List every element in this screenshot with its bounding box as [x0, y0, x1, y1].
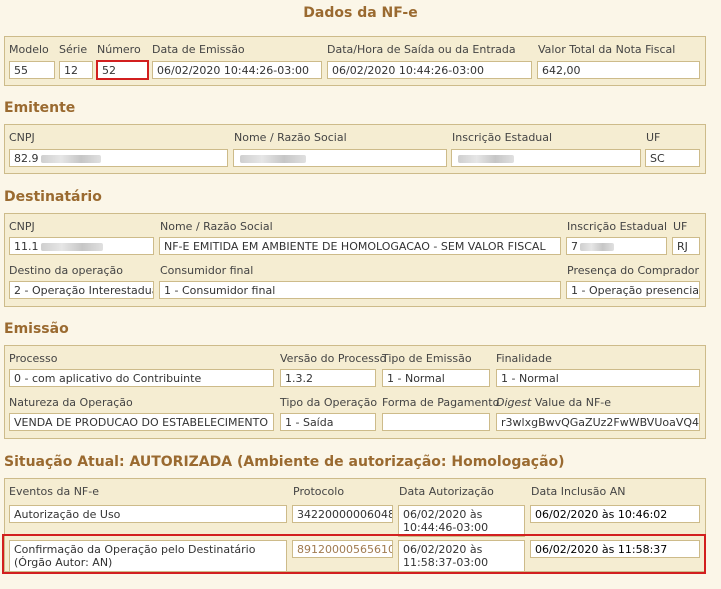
- redacted-mask: [580, 243, 614, 251]
- presenca-field: 1 - Operação presencial: [566, 281, 700, 299]
- destino-label: Destino da operação: [9, 264, 124, 277]
- emitente-title: Emitente: [4, 100, 76, 116]
- data-aut-header: Data Autorização: [399, 485, 494, 498]
- emitente-uf-label: UF: [646, 131, 661, 144]
- emitente-ie-field: [451, 149, 641, 167]
- digest-label-rest: Value da NF-e: [531, 396, 612, 409]
- numero-label: Número: [97, 43, 141, 56]
- event-name: Autorização de Uso: [9, 505, 287, 523]
- natureza-field: VENDA DE PRODUCAO DO ESTABELECIMENTO: [9, 413, 274, 431]
- dest-uf-field: RJ: [672, 237, 700, 255]
- emitente-ie-label: Inscrição Estadual: [452, 131, 553, 144]
- emissao-label: Data de Emissão: [152, 43, 245, 56]
- emissao-panel: Processo Versão do Processo Tipo de Emis…: [4, 345, 706, 439]
- forma-pagamento-label: Forma de Pagamento: [382, 396, 500, 409]
- dest-cnpj-value: 11.1: [14, 240, 39, 253]
- emitente-cnpj-label: CNPJ: [9, 131, 35, 144]
- modelo-field: 55: [9, 61, 55, 79]
- situacao-title: Situação Atual: AUTORIZADA (Ambiente de …: [4, 454, 565, 470]
- modelo-label: Modelo: [9, 43, 49, 56]
- event-data-inclusao: 06/02/2020 às 10:46:02: [530, 505, 700, 523]
- emitente-nome-label: Nome / Razão Social: [234, 131, 347, 144]
- nfe-summary-panel: Modelo Série Número Data de Emissão Data…: [4, 36, 706, 86]
- presenca-label: Presença do Comprador: [567, 264, 700, 277]
- saida-label: Data/Hora de Saída ou da Entrada: [327, 43, 516, 56]
- eventos-header: Eventos da NF-e: [9, 485, 99, 498]
- digest-label-em: Digest: [496, 396, 532, 409]
- consumidor-label: Consumidor final: [160, 264, 254, 277]
- dest-ie-field: 7: [566, 237, 667, 255]
- emitente-cnpj-field: 82.9: [9, 149, 228, 167]
- redacted-mask: [40, 243, 103, 251]
- numero-field: 52: [96, 60, 149, 80]
- valor-label: Valor Total da Nota Fiscal: [538, 43, 676, 56]
- event-data-autorizacao: 06/02/2020 às 10:44:46-03:00: [398, 505, 525, 537]
- dest-nome-label: Nome / Razão Social: [160, 220, 273, 233]
- saida-field: 06/02/2020 10:44:26-03:00: [327, 61, 532, 79]
- serie-field: 12: [59, 61, 93, 79]
- natureza-label: Natureza da Operação: [9, 396, 133, 409]
- redacted-mask: [40, 155, 101, 163]
- digest-field: r3wlxgBwvQGaZUz2FwWBVUoaVQ4=: [496, 413, 700, 431]
- redacted-mask: [458, 155, 514, 163]
- redacted-mask: [240, 155, 306, 163]
- emissao-field: 06/02/2020 10:44:26-03:00: [152, 61, 322, 79]
- tipo-operacao-field: 1 - Saída: [280, 413, 376, 431]
- dest-ie-value: 7: [571, 240, 578, 253]
- processo-label: Processo: [9, 352, 58, 365]
- event-protocol: 342200000060482: [292, 505, 393, 523]
- emitente-nome-field: [233, 149, 447, 167]
- page-title: Dados da NF-e: [303, 5, 418, 21]
- protocolo-header: Protocolo: [293, 485, 345, 498]
- tipo-operacao-label: Tipo da Operação: [280, 396, 378, 409]
- processo-field: 0 - com aplicativo do Contribuinte: [9, 369, 274, 387]
- forma-pagamento-field: [382, 413, 490, 431]
- dest-uf-label: UF: [673, 220, 688, 233]
- destinatario-title: Destinatário: [4, 189, 102, 205]
- consumidor-field: 1 - Consumidor final: [159, 281, 561, 299]
- valor-field: 642,00: [537, 61, 700, 79]
- data-incl-header: Data Inclusão AN: [531, 485, 626, 498]
- versao-field: 1.3.2: [280, 369, 376, 387]
- versao-label: Versão do Processo: [280, 352, 387, 365]
- digest-label: Digest Value da NF-e: [496, 396, 611, 409]
- tipo-emissao-label: Tipo de Emissão: [382, 352, 472, 365]
- dest-nome-field: NF-E EMITIDA EM AMBIENTE DE HOMOLOGACAO …: [159, 237, 561, 255]
- dest-cnpj-field: 11.1: [9, 237, 154, 255]
- emissao-title: Emissão: [4, 321, 69, 337]
- finalidade-label: Finalidade: [496, 352, 552, 365]
- emitente-uf-field: SC: [645, 149, 700, 167]
- destinatario-panel: CNPJ Nome / Razão Social Inscrição Estad…: [4, 213, 706, 307]
- emitente-panel: CNPJ Nome / Razão Social Inscrição Estad…: [4, 124, 706, 174]
- destino-field: 2 - Operação Interestadual: [9, 281, 154, 299]
- tipo-emissao-field: 1 - Normal: [382, 369, 490, 387]
- emitente-cnpj-value: 82.9: [14, 152, 39, 165]
- highlight-box: [2, 534, 706, 574]
- serie-label: Série: [59, 43, 88, 56]
- finalidade-field: 1 - Normal: [496, 369, 700, 387]
- dest-cnpj-label: CNPJ: [9, 220, 35, 233]
- dest-ie-label: Inscrição Estadual: [567, 220, 668, 233]
